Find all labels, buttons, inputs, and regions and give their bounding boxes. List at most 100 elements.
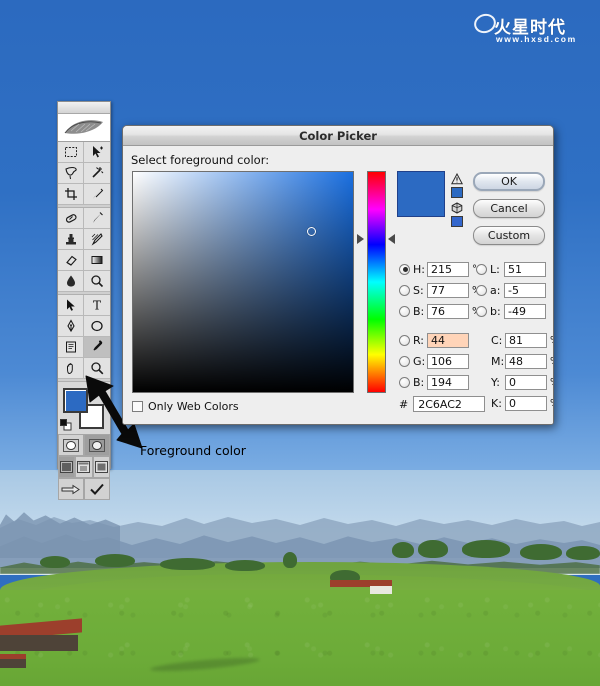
screen-mode-row[interactable] [58,456,110,478]
pen-tool[interactable] [58,316,84,337]
label-s: S: [413,283,424,297]
jump-to-imageready-button[interactable] [58,478,84,500]
only-web-colors-label: Only Web Colors [148,400,239,413]
field-m[interactable]: 48 [505,353,547,369]
hand-tool[interactable] [58,358,84,379]
toolbox-drag-handle[interactable] [58,102,110,114]
field-k[interactable]: 0 [505,395,547,411]
label-a: a: [490,283,501,297]
field-b-brightness[interactable]: 76 [427,303,469,319]
path-selection-tool[interactable] [58,295,84,316]
field-c[interactable]: 81 [505,332,547,348]
hex-row[interactable]: # 2C6AC2 [399,396,486,412]
color-field-cursor[interactable] [307,227,316,236]
unit-m: % [550,356,553,367]
radio-l[interactable] [476,263,487,275]
unit-k: % [550,398,553,409]
gamut-warning-icon[interactable] [450,172,464,185]
default-colors-icon[interactable] [60,418,72,431]
bottom-tool-row[interactable] [58,478,110,500]
field-a[interactable]: -5 [504,282,546,298]
checkmark-button[interactable] [84,478,110,500]
gradient-tool[interactable] [84,250,110,271]
annotation-label: Foreground color [140,443,246,458]
gamut-alternate-swatch[interactable] [451,187,463,198]
tool-grid-3[interactable]: T [58,295,110,379]
notes-tool[interactable] [58,337,84,358]
hsb-row-b[interactable]: B: 76 % [399,303,482,319]
dodge-tool[interactable] [84,271,110,292]
tool-grid-1[interactable] [58,142,110,205]
lab-row-l[interactable]: L: 51 [476,261,546,277]
field-h[interactable]: 215 [427,261,469,277]
color-picker-dialog[interactable]: Color Picker Select foreground color: OK… [122,125,554,425]
label-b-rgb: B: [413,375,425,389]
rgb-row-r[interactable]: R: 44 [399,332,469,348]
radio-g[interactable] [399,355,410,367]
hue-slider[interactable] [367,171,386,393]
standard-mode-button[interactable] [58,434,84,456]
barn-left [0,618,82,652]
cmyk-row-y[interactable]: Y: 0 % [491,374,553,390]
hsb-row-h[interactable]: H: 215 ° [399,261,482,277]
hsb-row-s[interactable]: S: 77 % [399,282,482,298]
magic-wand-tool[interactable] [84,163,110,184]
field-l[interactable]: 51 [504,261,546,277]
history-brush-tool[interactable] [84,229,110,250]
radio-s[interactable] [399,284,410,296]
slice-tool[interactable] [84,184,110,205]
blur-tool[interactable] [58,271,84,292]
barn-wall [0,635,78,651]
full-screen-mode-button[interactable] [92,456,110,478]
radio-a[interactable] [476,284,487,296]
clone-stamp-tool[interactable] [58,229,84,250]
saturation-brightness-field[interactable] [132,171,354,393]
marquee-tool[interactable] [58,142,84,163]
hue-marker-left[interactable] [357,234,364,244]
crop-tool[interactable] [58,184,84,205]
field-b-lab[interactable]: -49 [504,303,546,319]
foreground-color-swatch[interactable] [63,388,88,413]
hue-marker-right[interactable] [388,234,395,244]
eraser-tool[interactable] [58,250,84,271]
full-screen-menubar-mode-button[interactable] [75,456,93,478]
only-web-colors-checkbox[interactable] [132,401,143,412]
cmyk-row-k[interactable]: K: 0 % [491,395,553,411]
radio-b-brightness[interactable] [399,305,410,317]
dialog-titlebar[interactable]: Color Picker [123,126,553,146]
eyedropper-tool[interactable] [84,337,110,358]
field-r[interactable]: 44 [427,332,469,348]
field-g[interactable]: 106 [427,353,469,369]
move-tool[interactable] [84,142,110,163]
rgb-row-g[interactable]: G: 106 [399,353,469,369]
cmyk-row-c[interactable]: C: 81 % [491,332,553,348]
lasso-tool[interactable] [58,163,84,184]
type-tool[interactable]: T [84,295,110,316]
radio-b-rgb[interactable] [399,376,410,388]
only-web-colors-row[interactable]: Only Web Colors [132,400,239,413]
ok-button[interactable]: OK [473,172,545,191]
field-s[interactable]: 77 [427,282,469,298]
tool-grid-2[interactable] [58,208,110,292]
radio-r[interactable] [399,334,410,346]
field-b-rgb[interactable]: 194 [427,374,469,390]
radio-b-lab[interactable] [476,305,487,317]
radio-h[interactable] [399,263,410,275]
web-safe-warning-icon[interactable] [451,201,463,214]
cancel-button[interactable]: Cancel [473,199,545,218]
healing-brush-tool[interactable] [58,208,84,229]
label-c: C: [491,333,503,347]
standard-screen-mode-button[interactable] [58,456,76,478]
barn-left-annex [0,654,26,668]
web-safe-alternate-swatch[interactable] [451,216,463,227]
lab-row-a[interactable]: a: -5 [476,282,546,298]
lab-row-b[interactable]: b: -49 [476,303,546,319]
cmyk-row-m[interactable]: M: 48 % [491,353,553,369]
rgb-row-b[interactable]: B: 194 [399,374,469,390]
hex-field[interactable]: 2C6AC2 [413,396,486,412]
custom-button[interactable]: Custom [473,226,545,245]
brush-tool[interactable] [84,208,110,229]
label-l: L: [490,262,500,276]
field-y[interactable]: 0 [505,374,547,390]
shape-tool[interactable] [84,316,110,337]
